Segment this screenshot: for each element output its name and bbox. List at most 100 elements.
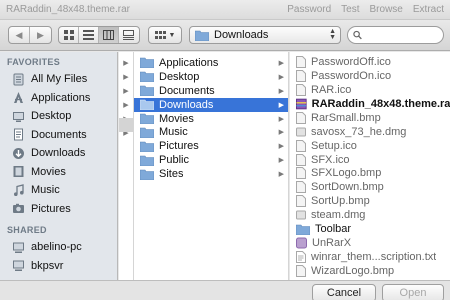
sidebar-item-documents[interactable]: Documents xyxy=(0,126,117,145)
list-item[interactable]: winrar_them...scription.txt xyxy=(290,250,450,264)
list-item[interactable]: Pictures ▶ xyxy=(134,139,288,153)
chevron-right-icon: ▶ xyxy=(278,59,284,67)
search-field[interactable] xyxy=(347,26,444,44)
list-item[interactable]: Public ▶ xyxy=(134,153,288,167)
list-item[interactable]: RAR.ico xyxy=(290,83,450,97)
icon-view-button[interactable] xyxy=(59,27,79,43)
folder-name: Public xyxy=(159,154,189,167)
chevron-right-icon: ▶ xyxy=(278,129,284,137)
app-icon xyxy=(296,237,307,249)
folder-name: Music xyxy=(159,126,188,139)
view-mode-buttons xyxy=(58,26,140,44)
file-icon xyxy=(296,265,306,278)
sidebar-item-abelino-pc[interactable]: abelino-pc xyxy=(0,238,117,257)
list-item[interactable]: Sites ▶ xyxy=(134,167,288,181)
toolbar: ◀ ▶ ▼ Downloads ▲ ▼ xyxy=(0,20,450,51)
list-item[interactable]: Documents ▶ xyxy=(134,84,288,98)
cancel-button[interactable]: Cancel xyxy=(312,284,376,300)
back-button[interactable]: ◀ xyxy=(9,27,31,43)
file-name: UnRarX xyxy=(312,237,352,250)
list-item[interactable]: PasswordOn.ico xyxy=(290,69,450,83)
list-item[interactable]: SFXLogo.bmp xyxy=(290,167,450,181)
dialog-footer: Cancel Open xyxy=(0,280,450,300)
list-item[interactable]: steam.dmg xyxy=(290,208,450,222)
chevron-right-icon: ▶ xyxy=(278,73,284,81)
computer-icon xyxy=(11,240,25,254)
coverflow-view-button[interactable] xyxy=(119,27,139,43)
folder-name: Movies xyxy=(159,112,194,125)
arrange-button[interactable]: ▼ xyxy=(149,27,181,43)
list-item[interactable]: WizardLogo.bmp xyxy=(290,264,450,278)
files-column: PasswordOff.ico PasswordOn.ico RAR.ico R… xyxy=(290,52,450,300)
list-item[interactable]: SortDown.bmp xyxy=(290,180,450,194)
list-item-selected[interactable]: Downloads ▶ xyxy=(134,97,288,112)
file-icon xyxy=(296,167,306,180)
file-name: SortUp.bmp xyxy=(311,195,370,208)
file-icon xyxy=(296,83,306,96)
sidebar-item-bkpsvr[interactable]: bkpsvr xyxy=(0,257,117,276)
list-item-current-archive[interactable]: RARaddin_48x48.theme.rar xyxy=(290,97,450,111)
chevron-right-icon: ▶ xyxy=(123,88,129,95)
documents-icon xyxy=(11,128,25,142)
folder-name: Applications xyxy=(159,56,219,69)
sidebar-item-movies[interactable]: Movies xyxy=(0,163,117,182)
arrange-menu: ▼ xyxy=(148,26,182,44)
list-item[interactable]: Toolbar xyxy=(290,222,450,236)
folder-icon xyxy=(140,85,154,97)
sidebar-item-label: bkpsvr xyxy=(31,259,64,272)
search-input[interactable] xyxy=(365,29,443,41)
file-icon xyxy=(296,139,306,152)
sidebar-item-label: All My Files xyxy=(31,73,88,86)
arrange-icon xyxy=(154,30,166,39)
list-item[interactable]: RarSmall.bmp xyxy=(290,111,450,125)
list-item[interactable]: PasswordOff.ico xyxy=(290,55,450,69)
sidebar-item-label: Movies xyxy=(31,165,66,178)
computer-icon xyxy=(11,259,25,273)
sidebar-item-applications[interactable]: Applications xyxy=(0,89,117,108)
list-item[interactable]: savosx_73_he.dmg xyxy=(290,125,450,139)
file-icon xyxy=(296,153,306,166)
menu-extract[interactable]: Extract xyxy=(413,4,444,15)
sidebar-item-pictures[interactable]: Pictures xyxy=(0,200,117,219)
menu-password[interactable]: Password xyxy=(287,4,331,15)
file-icon xyxy=(296,55,306,68)
location-popup[interactable]: Downloads ▲ ▼ xyxy=(189,26,341,44)
menu-test[interactable]: Test xyxy=(341,4,359,15)
column-view-button[interactable] xyxy=(99,27,119,43)
file-name: Toolbar xyxy=(315,223,352,236)
sidebar-item-music[interactable]: Music xyxy=(0,181,117,200)
file-name: savosx_73_he.dmg xyxy=(311,125,407,138)
title-bar: RARaddin_48x48.theme.rar Password Test B… xyxy=(0,0,450,20)
parent-column[interactable]: ▶ ▶ ▶ ▶ ▶ ▶ xyxy=(119,52,134,300)
disk-image-icon xyxy=(296,127,306,137)
list-item[interactable]: SFX.ico xyxy=(290,153,450,167)
list-item[interactable]: SortUp.bmp xyxy=(290,194,450,208)
forward-button[interactable]: ▶ xyxy=(30,27,51,43)
sidebar-item-all-my-files[interactable]: All My Files xyxy=(0,70,117,89)
downloads-icon xyxy=(11,146,25,160)
list-item[interactable]: UnRarX xyxy=(290,236,450,250)
sidebar-item-downloads[interactable]: Downloads xyxy=(0,144,117,163)
chevron-right-icon: ▶ xyxy=(123,102,129,109)
file-name: WizardLogo.bmp xyxy=(311,265,395,278)
folder-name: Pictures xyxy=(159,140,199,153)
list-view-button[interactable] xyxy=(79,27,99,43)
icon-view-icon xyxy=(63,30,74,40)
music-icon xyxy=(11,183,25,197)
file-name: PasswordOn.ico xyxy=(311,69,392,82)
menu-browse[interactable]: Browse xyxy=(370,4,403,15)
list-item[interactable]: Movies ▶ xyxy=(134,112,288,126)
text-file-icon xyxy=(296,251,306,264)
chevron-right-icon: ▶ xyxy=(278,143,284,151)
file-name: RarSmall.bmp xyxy=(311,111,381,124)
sidebar-item-label: Applications xyxy=(31,91,91,104)
list-item[interactable]: Music ▶ xyxy=(134,125,288,139)
list-item[interactable]: Desktop ▶ xyxy=(134,70,288,84)
file-name: SFX.ico xyxy=(311,153,350,166)
chevron-right-icon: ▶ xyxy=(278,115,284,123)
sidebar-item-desktop[interactable]: Desktop xyxy=(0,107,117,126)
list-item[interactable]: Applications ▶ xyxy=(134,56,288,70)
list-item[interactable]: Setup.ico xyxy=(290,139,450,153)
open-button[interactable]: Open xyxy=(382,284,444,300)
chevron-right-icon: ▶ xyxy=(278,101,284,109)
